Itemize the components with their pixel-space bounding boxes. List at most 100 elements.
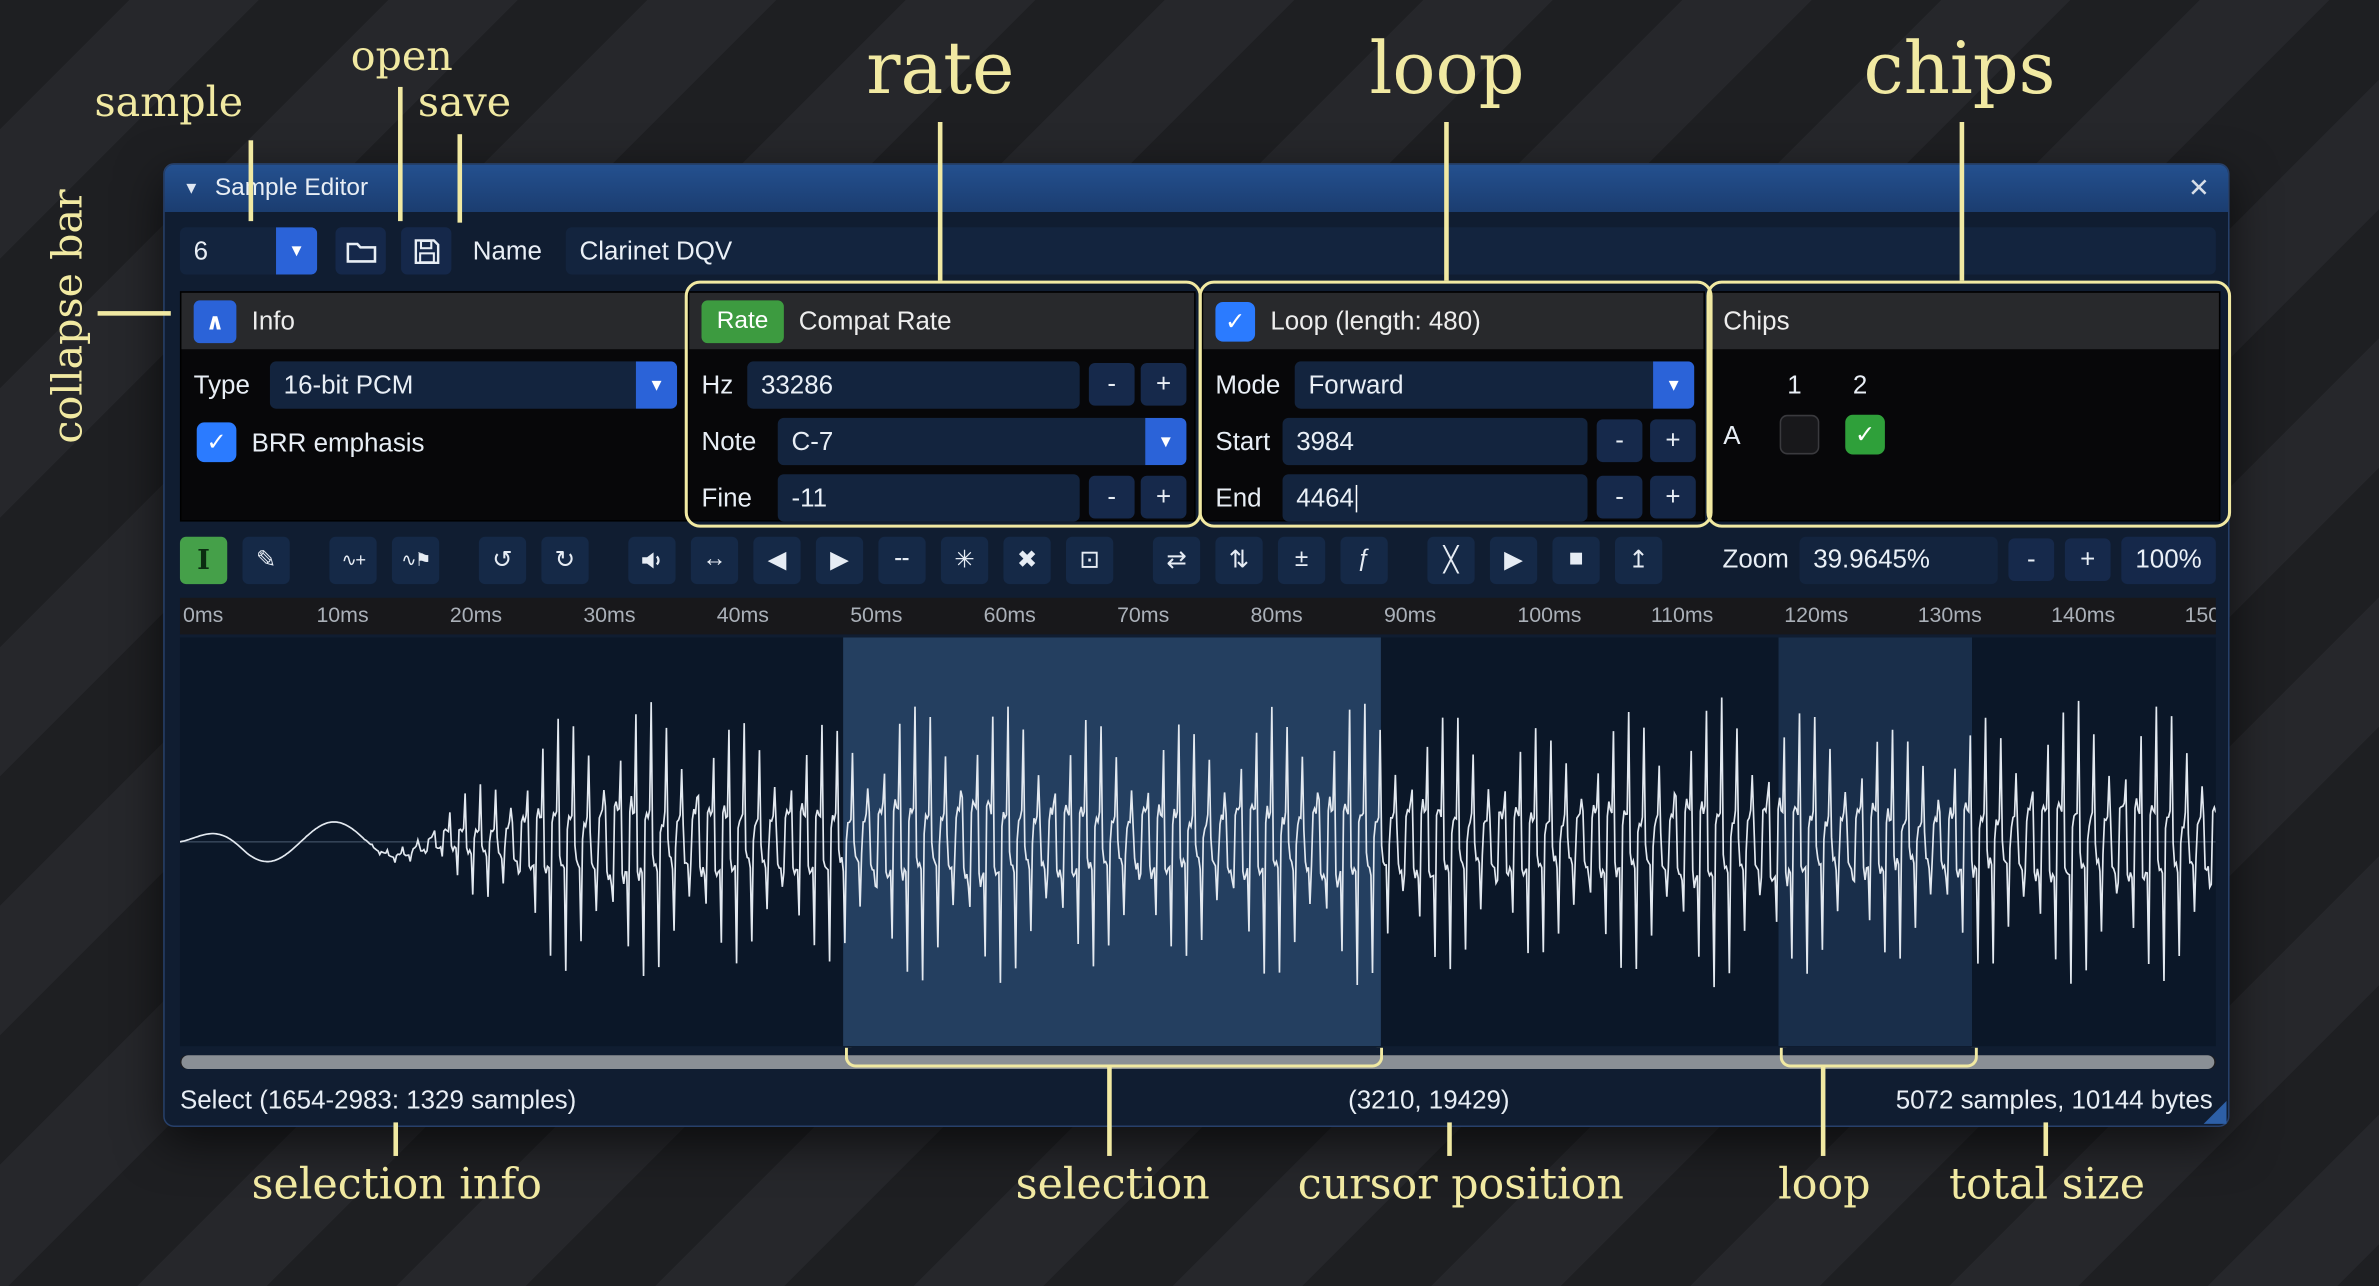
chevron-down-icon[interactable]: ▼: [636, 361, 677, 408]
ruler-tick: 110ms: [1651, 602, 1714, 626]
annotation-loop-bottom: loop: [1778, 1159, 1870, 1209]
name-value: Clarinet DQV: [580, 236, 733, 266]
hz-minus-button[interactable]: -: [1089, 363, 1135, 406]
name-input[interactable]: Clarinet DQV: [566, 227, 2216, 274]
toolbar-button-undo[interactable]: ↺: [479, 536, 526, 583]
close-icon[interactable]: ✕: [2188, 173, 2210, 204]
loop-end-value: 4464: [1296, 483, 1354, 513]
toolbar-button-normalize[interactable]: ↔: [691, 536, 738, 583]
loop-start-minus-button[interactable]: -: [1597, 419, 1643, 462]
status-bar: Select (1654-2983: 1329 samples) (3210, …: [165, 1080, 2228, 1126]
brr-emphasis-checkbox[interactable]: ✓: [197, 422, 237, 462]
type-select[interactable]: 16-bit PCM ▼: [270, 361, 677, 408]
hz-input[interactable]: 33286: [747, 361, 1079, 408]
mode-label: Mode: [1215, 361, 1280, 408]
annotation-selection-info: selection info: [252, 1159, 542, 1209]
fine-minus-button[interactable]: -: [1089, 476, 1135, 519]
note-label: Note: [702, 418, 757, 465]
sample-number-select[interactable]: 6 ▼: [180, 227, 317, 274]
ruler-tick: 100ms: [1517, 602, 1581, 626]
time-ruler[interactable]: 0ms10ms20ms30ms40ms50ms60ms70ms80ms90ms1…: [180, 598, 2216, 635]
toolbar-button-insert-silence[interactable]: ╌: [878, 536, 925, 583]
fine-plus-button[interactable]: +: [1141, 476, 1187, 519]
toolbar-button-upload[interactable]: ↥: [1615, 536, 1662, 583]
zoom-reset-button[interactable]: 100%: [2121, 536, 2216, 583]
play-preview-icon: ▶: [1504, 544, 1523, 575]
toolbar-button-fade-out[interactable]: ▶: [816, 536, 863, 583]
loop-mode-select[interactable]: Forward ▼: [1295, 361, 1695, 408]
fine-input[interactable]: -11: [778, 474, 1080, 521]
annotation-line-sample: [249, 140, 253, 221]
waveform-display[interactable]: [180, 637, 2216, 1046]
toolbar-button-stop-preview[interactable]: ■: [1552, 536, 1599, 583]
ruler-tick: 20ms: [450, 602, 502, 626]
chevron-down-icon[interactable]: ▼: [1653, 361, 1694, 408]
annotation-line-total-size: [2044, 1122, 2048, 1156]
note-select[interactable]: C-7 ▼: [778, 418, 1187, 465]
fine-label: Fine: [702, 474, 752, 521]
zoom-in-button[interactable]: +: [2065, 538, 2111, 581]
collapse-panel-button[interactable]: ∧: [194, 300, 237, 343]
toolbar-button-select-tool[interactable]: I: [180, 536, 227, 583]
loop-end-input[interactable]: 4464: [1283, 474, 1588, 521]
chevron-down-icon[interactable]: ▼: [276, 227, 317, 274]
chevron-down-icon[interactable]: ▼: [1145, 418, 1186, 465]
toolbar-button-sign-invert[interactable]: ±: [1278, 536, 1325, 583]
ruler-tick: 90ms: [1384, 602, 1436, 626]
toolbar-button-reverse[interactable]: ⇄: [1153, 536, 1200, 583]
loop-start-plus-button[interactable]: +: [1650, 419, 1696, 462]
toolbar-button-trim[interactable]: ⊡: [1066, 536, 1113, 583]
loop-start-label: Start: [1215, 418, 1270, 465]
chip-2-checkbox[interactable]: ✓: [1845, 415, 1885, 455]
open-button[interactable]: [336, 227, 386, 274]
fade-out-icon: ▶: [830, 544, 849, 575]
loop-end-minus-button[interactable]: -: [1597, 476, 1643, 519]
info-panel: ∧ Info Type 16-bit PCM ▼ ✓ BRR emphasis: [180, 291, 688, 521]
chips-panel: Chips 1 2 A ✓: [1710, 291, 2221, 521]
title-bar[interactable]: ▼ Sample Editor ✕: [165, 165, 2228, 212]
resample-icon: ∿⚑: [401, 549, 430, 570]
toolbar-button-apply-silence[interactable]: ✳: [941, 536, 988, 583]
upload-icon: ↥: [1628, 544, 1648, 575]
toolbar-button-resize[interactable]: ∿+: [329, 536, 376, 583]
toolbar-button-play-preview[interactable]: ▶: [1490, 536, 1537, 583]
hz-plus-button[interactable]: +: [1141, 363, 1187, 406]
toolbar-button-invert[interactable]: ⇅: [1215, 536, 1262, 583]
folder-icon: [345, 239, 376, 263]
waveform-svg: [180, 637, 2216, 1046]
save-button[interactable]: [401, 227, 451, 274]
toolbar-button-delete[interactable]: ✖: [1003, 536, 1050, 583]
page-background: sample open save rate loop chips collaps…: [0, 0, 2379, 1286]
loop-panel-header: ✓ Loop (length: 480): [1203, 293, 1703, 349]
loop-start-input[interactable]: 3984: [1283, 418, 1588, 465]
loop-enable-checkbox[interactable]: ✓: [1215, 301, 1255, 341]
chip-1-checkbox[interactable]: [1780, 415, 1820, 455]
zoom-input[interactable]: 39.9645%: [1800, 536, 1998, 583]
loop-start-value: 3984: [1296, 426, 1354, 457]
ruler-tick: 120ms: [1784, 602, 1848, 626]
check-icon: ✓: [1855, 419, 1875, 450]
toolbar-button-draw-tool[interactable]: ✎: [242, 536, 289, 583]
rate-button[interactable]: Rate: [702, 300, 784, 343]
annotation-rate: rate: [866, 27, 1014, 111]
toolbar-button-filter[interactable]: ƒ: [1340, 536, 1387, 583]
resize-icon: ∿+: [342, 549, 365, 570]
zoom-out-button[interactable]: -: [2008, 538, 2054, 581]
toolbar-button-crossfade-loop[interactable]: ╳: [1427, 536, 1474, 583]
window-collapse-icon[interactable]: ▼: [183, 179, 200, 197]
loop-end-plus-button[interactable]: +: [1650, 476, 1696, 519]
toolbar-button-redo[interactable]: ↻: [541, 536, 588, 583]
window-resize-grip[interactable]: [2204, 1101, 2227, 1124]
chips-panel-title: Chips: [1723, 306, 1789, 337]
toolbar-button-amplify[interactable]: [628, 536, 675, 583]
rate-panel-header: Rate Compat Rate: [689, 293, 1194, 349]
toolbar-button-resample[interactable]: ∿⚑: [392, 536, 439, 583]
apply-silence-icon: ✳: [954, 544, 974, 575]
brr-emphasis-label: BRR emphasis: [252, 419, 425, 466]
name-label: Name: [473, 227, 542, 274]
toolbar-button-fade-in[interactable]: ◀: [753, 536, 800, 583]
chip-column-1: 1: [1787, 361, 1801, 408]
status-selection-info: Select (1654-2983: 1329 samples): [180, 1086, 576, 1117]
loop-panel: ✓ Loop (length: 480) Mode Forward ▼ Star…: [1202, 291, 1705, 521]
status-total-size: 5072 samples, 10144 bytes: [1896, 1086, 2213, 1117]
